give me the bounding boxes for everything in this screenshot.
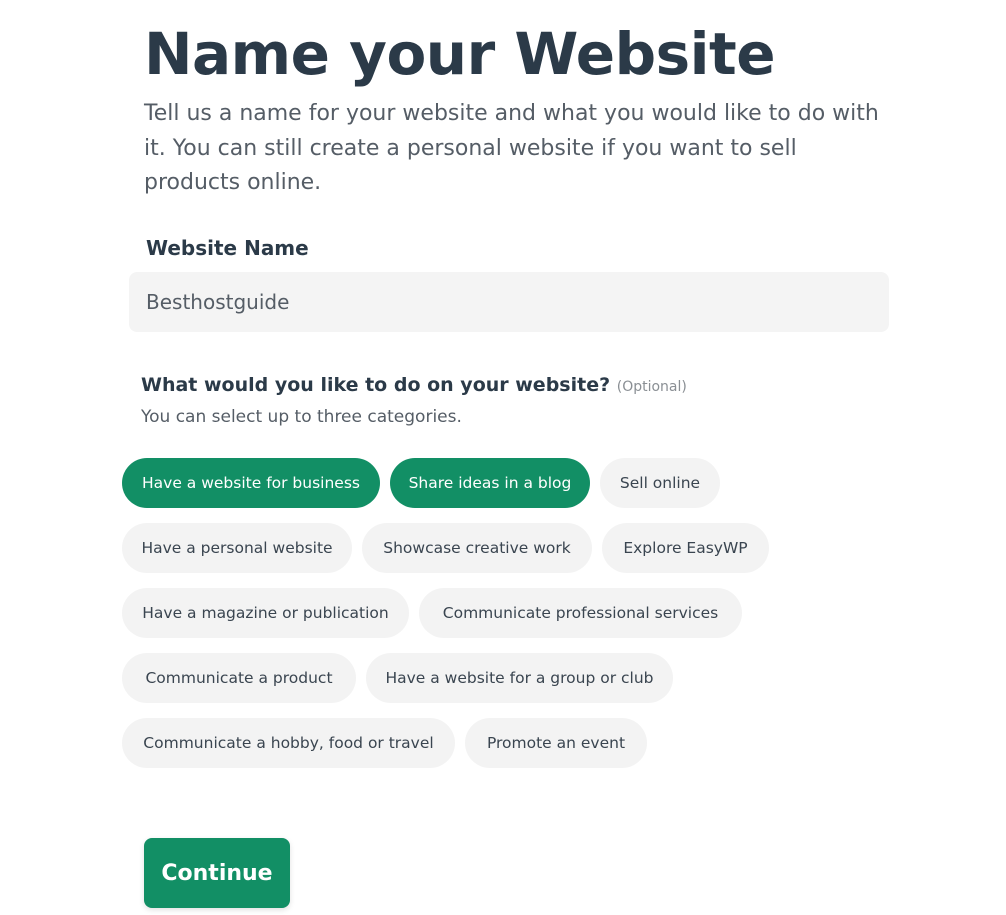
category-chip-easywp[interactable]: Explore EasyWP (602, 523, 769, 573)
optional-label: (Optional) (616, 379, 687, 395)
category-chip-sell-online[interactable]: Sell online (600, 458, 720, 508)
category-chip-professional[interactable]: Communicate professional services (419, 588, 742, 638)
category-chip-hobby[interactable]: Communicate a hobby, food or travel (122, 718, 455, 768)
categories-question: What would you like to do on your websit… (141, 374, 687, 396)
category-chip-creative[interactable]: Showcase creative work (362, 523, 592, 573)
website-name-label: Website Name (146, 236, 309, 260)
category-chip-group[interactable]: Have a website for a group or club (366, 653, 673, 703)
category-chip-blog[interactable]: Share ideas in a blog (390, 458, 590, 508)
continue-button[interactable]: Continue (144, 838, 290, 908)
category-chip-personal[interactable]: Have a personal website (122, 523, 352, 573)
categories-hint: You can select up to three categories. (141, 407, 462, 427)
page-title: Name your Website (144, 20, 776, 88)
question-text: What would you like to do on your websit… (141, 374, 611, 396)
category-chip-event[interactable]: Promote an event (465, 718, 647, 768)
page-subtitle: Tell us a name for your website and what… (144, 101, 879, 195)
category-chip-business[interactable]: Have a website for business (122, 458, 380, 508)
category-chip-product[interactable]: Communicate a product (122, 653, 356, 703)
website-name-input[interactable] (129, 272, 889, 332)
category-chip-magazine[interactable]: Have a magazine or publication (122, 588, 409, 638)
